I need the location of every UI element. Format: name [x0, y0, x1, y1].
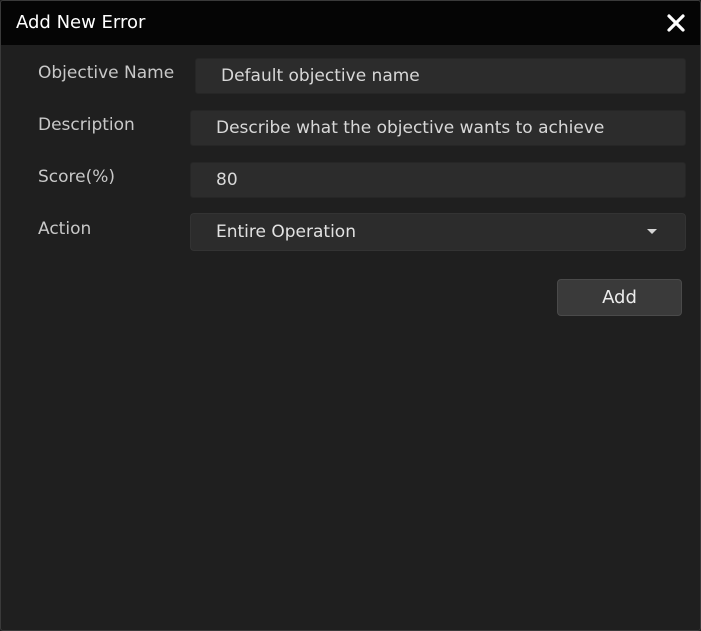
close-button[interactable] [664, 11, 688, 35]
action-select[interactable]: Entire Operation [190, 213, 686, 251]
dialog-title: Add New Error [16, 12, 146, 33]
score-input[interactable]: 80 [190, 162, 686, 198]
objective-name-label: Objective Name [38, 63, 175, 83]
add-new-error-dialog: Add New Error Objective Name Default obj… [0, 0, 701, 631]
description-label: Description [38, 115, 135, 135]
add-button[interactable]: Add [557, 279, 682, 316]
title-bar: Add New Error [1, 1, 700, 45]
action-selected-value: Entire Operation [216, 222, 356, 242]
action-label: Action [38, 219, 92, 239]
chevron-down-icon [647, 229, 657, 234]
description-input[interactable]: Describe what the objective wants to ach… [190, 110, 686, 146]
objective-name-input[interactable]: Default objective name [195, 58, 686, 94]
close-icon [667, 14, 685, 32]
score-label: Score(%) [38, 167, 116, 187]
